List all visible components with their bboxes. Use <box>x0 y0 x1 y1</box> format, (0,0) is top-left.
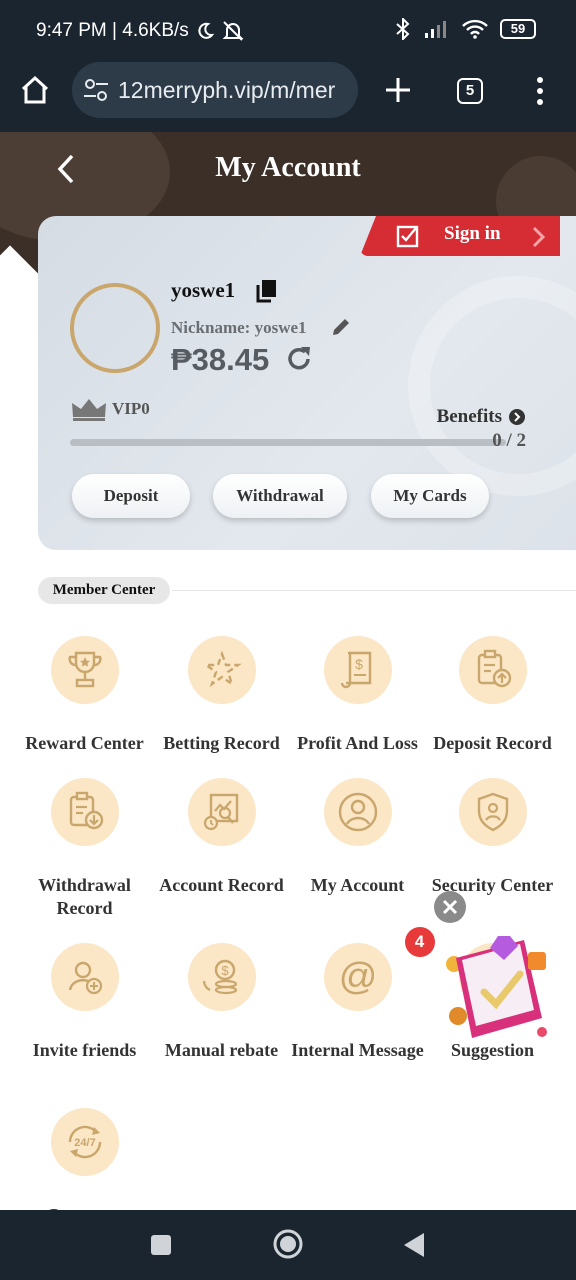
status-time: 9:47 PM | 4.6KB/s <box>36 20 189 41</box>
menu-label: Internal Message <box>291 1040 424 1060</box>
menu-item-invite-friends[interactable]: Invite friends <box>16 943 153 1062</box>
bell-muted-icon <box>222 21 244 41</box>
menu-label: Deposit Record <box>433 733 552 753</box>
avatar[interactable] <box>70 283 160 373</box>
menu-item-account-record[interactable]: Account Record <box>153 778 290 897</box>
betting-icon <box>187 636 256 704</box>
menu-item-deposit-record[interactable]: Deposit Record <box>424 636 561 755</box>
benefits-link[interactable]: Benefits <box>437 406 526 428</box>
home-icon[interactable] <box>20 74 50 106</box>
menu-item-reward-center[interactable]: Reward Center <box>16 636 153 755</box>
benefits-label: Benefits <box>436 406 502 427</box>
close-icon <box>442 899 458 915</box>
home-circle-icon[interactable] <box>272 1228 304 1260</box>
arrow-right-circle-icon <box>509 409 525 425</box>
menu-item-betting-record[interactable]: Betting Record <box>153 636 290 755</box>
at-icon: @ 4 <box>323 927 435 1011</box>
page-title: My Account <box>215 152 361 183</box>
invite-icon <box>50 943 119 1011</box>
svg-text:$: $ <box>221 963 229 978</box>
shield-icon <box>458 778 527 846</box>
sign-in-label: Sign in <box>444 223 501 244</box>
promo-floating-widget[interactable] <box>438 930 556 1048</box>
wifi-icon <box>462 19 488 39</box>
menu-label: Betting Record <box>163 733 280 753</box>
menu-item-security-center[interactable]: Security Center <box>424 778 561 897</box>
balance: ₱38.45 <box>171 342 270 377</box>
signal-icon <box>425 21 446 38</box>
vip-progress-text: 0 / 2 <box>492 430 526 451</box>
checkin-icon <box>396 225 419 248</box>
edit-icon[interactable] <box>330 316 352 338</box>
svg-text:$: $ <box>355 656 363 672</box>
section-title: Member Center <box>38 577 170 604</box>
svg-text:24/7: 24/7 <box>74 1137 95 1149</box>
recents-icon[interactable] <box>150 1234 172 1256</box>
menu-item-internal-message[interactable]: @ 4 Internal Message <box>289 927 435 1062</box>
close-promo-button[interactable] <box>434 891 466 923</box>
menu-label: Manual rebate <box>164 1040 279 1060</box>
menu-label: My Account <box>310 875 405 895</box>
menu-item-profit-and-loss[interactable]: $ Profit And Loss <box>289 636 426 755</box>
bluetooth-icon <box>396 18 410 40</box>
account-card: Sign in yoswe1 Nickname: yoswe1 ₱38.45 V… <box>38 216 576 550</box>
more-menu-icon[interactable] <box>532 76 548 106</box>
status-bar: 9:47 PM | 4.6KB/s 59 <box>0 0 576 62</box>
menu-item-manual-rebate[interactable]: $ Manual rebate <box>153 943 290 1062</box>
section-divider <box>172 590 576 591</box>
my-cards-button[interactable]: My Cards <box>371 474 489 518</box>
chevron-right-icon <box>532 226 546 248</box>
url-text: 12merryph.vip/m/mer <box>118 77 336 103</box>
svg-text:@: @ <box>338 956 377 998</box>
moon-icon <box>198 22 215 39</box>
menu-label: Account Record <box>159 875 284 895</box>
menu-label: Reward Center <box>25 733 144 753</box>
tab-switcher-button[interactable]: 5 <box>457 78 483 104</box>
card-decoration <box>408 276 576 496</box>
browser-toolbar: 12merryph.vip/m/mer 5 <box>0 62 576 132</box>
menu-label: Profit And Loss <box>297 733 418 753</box>
new-tab-icon[interactable] <box>384 76 412 104</box>
menu-label: Invite friends <box>32 1040 137 1060</box>
site-settings-icon[interactable] <box>82 62 110 118</box>
withdrawal-button[interactable]: Withdrawal <box>213 474 347 518</box>
nickname: Nickname: yoswe1 <box>171 318 307 337</box>
menu-item-withdrawal-record[interactable]: Withdrawal Record <box>16 778 153 920</box>
url-bar[interactable]: 12merryph.vip/m/mer <box>72 62 358 118</box>
account-record-icon <box>187 778 256 846</box>
user-icon <box>323 778 392 846</box>
system-nav-bar <box>0 1210 576 1280</box>
deposit-button[interactable]: Deposit <box>72 474 190 518</box>
refresh-icon[interactable] <box>284 344 314 374</box>
deposit-record-icon <box>458 636 527 704</box>
menu-label: Withdrawal Record <box>38 875 131 918</box>
sign-in-button[interactable]: Sign in <box>360 216 560 256</box>
back-triangle-icon[interactable] <box>402 1232 426 1258</box>
battery-indicator: 59 <box>500 19 536 39</box>
vip-level: VIP0 <box>70 397 150 421</box>
gift-book-icon <box>446 936 547 1038</box>
receipt-icon: $ <box>323 636 392 704</box>
vip-label: VIP0 <box>112 399 150 418</box>
crown-icon <box>72 399 106 421</box>
trophy-icon <box>50 636 119 704</box>
username: yoswe1 <box>171 278 236 302</box>
withdrawal-record-icon <box>50 778 119 846</box>
vip-progress-bar <box>70 439 506 446</box>
copy-icon[interactable] <box>256 279 278 303</box>
support-24-7-icon: 24/7 <box>50 1108 119 1176</box>
rebate-icon: $ <box>187 943 256 1011</box>
menu-item-my-account[interactable]: My Account <box>289 778 426 897</box>
